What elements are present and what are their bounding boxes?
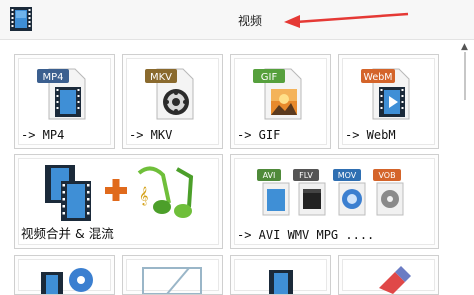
- video-edit-icon: [269, 270, 293, 294]
- tile-row3-1[interactable]: [14, 255, 115, 295]
- tile-label: -> AVI WMV MPG ....: [237, 228, 375, 242]
- tile-label: -> GIF: [237, 128, 281, 142]
- tile-label: 视频合并 & 混流: [21, 226, 114, 241]
- red-arrow-annotation: [284, 12, 409, 28]
- svg-text:MP4: MP4: [42, 72, 63, 83]
- mp4-file-icon: MP4: [37, 68, 86, 120]
- webm-file-icon: WebM: [361, 68, 410, 120]
- svg-text:MKV: MKV: [150, 72, 172, 83]
- tile-row3-4[interactable]: [338, 255, 439, 295]
- svg-text:WebM: WebM: [364, 72, 393, 83]
- scrollbar-thumb[interactable]: [464, 52, 466, 100]
- convert-mkv-tile[interactable]: MKV -> MKV: [122, 54, 223, 149]
- convert-gif-tile[interactable]: GIF -> GIF: [230, 54, 331, 149]
- svg-text:GIF: GIF: [261, 72, 278, 83]
- tile-label: -> MKV: [129, 128, 173, 142]
- tile-label: -> WebM: [345, 128, 396, 142]
- convert-mp4-tile[interactable]: MP4 -> MP4: [14, 54, 115, 149]
- mkv-file-icon: MKV: [145, 68, 194, 120]
- tile-label: -> MP4: [21, 128, 65, 142]
- gif-file-icon: GIF: [253, 68, 302, 120]
- convert-webm-tile[interactable]: WebM -> WebM: [338, 54, 439, 149]
- convert-other-formats-tile[interactable]: AVI FLV MOV VOB -> AVI WMV MPG ....: [230, 154, 439, 249]
- crop-frame-icon: [142, 267, 202, 294]
- tile-row3-2[interactable]: [122, 255, 223, 295]
- multi-format-icon: AVI FLV MOV VOB: [257, 169, 404, 216]
- title-bar: 视频: [0, 0, 474, 40]
- film-strip-icon: [10, 7, 32, 31]
- format-badge: AVI: [263, 171, 276, 180]
- window-title: 视频: [238, 14, 263, 28]
- film-reel-icon: [41, 268, 93, 294]
- eraser-icon: [379, 266, 411, 294]
- svg-text:𝄞: 𝄞: [139, 186, 148, 206]
- format-badge: FLV: [299, 171, 313, 180]
- format-badge: MOV: [338, 171, 357, 180]
- format-badge: VOB: [378, 171, 395, 180]
- merge-mux-tile[interactable]: 𝄞 视频合并 & 混流: [14, 154, 223, 249]
- scroll-up-icon[interactable]: ▲: [461, 42, 468, 52]
- merge-mux-icon: 𝄞: [45, 165, 194, 221]
- tile-row3-3[interactable]: [230, 255, 331, 295]
